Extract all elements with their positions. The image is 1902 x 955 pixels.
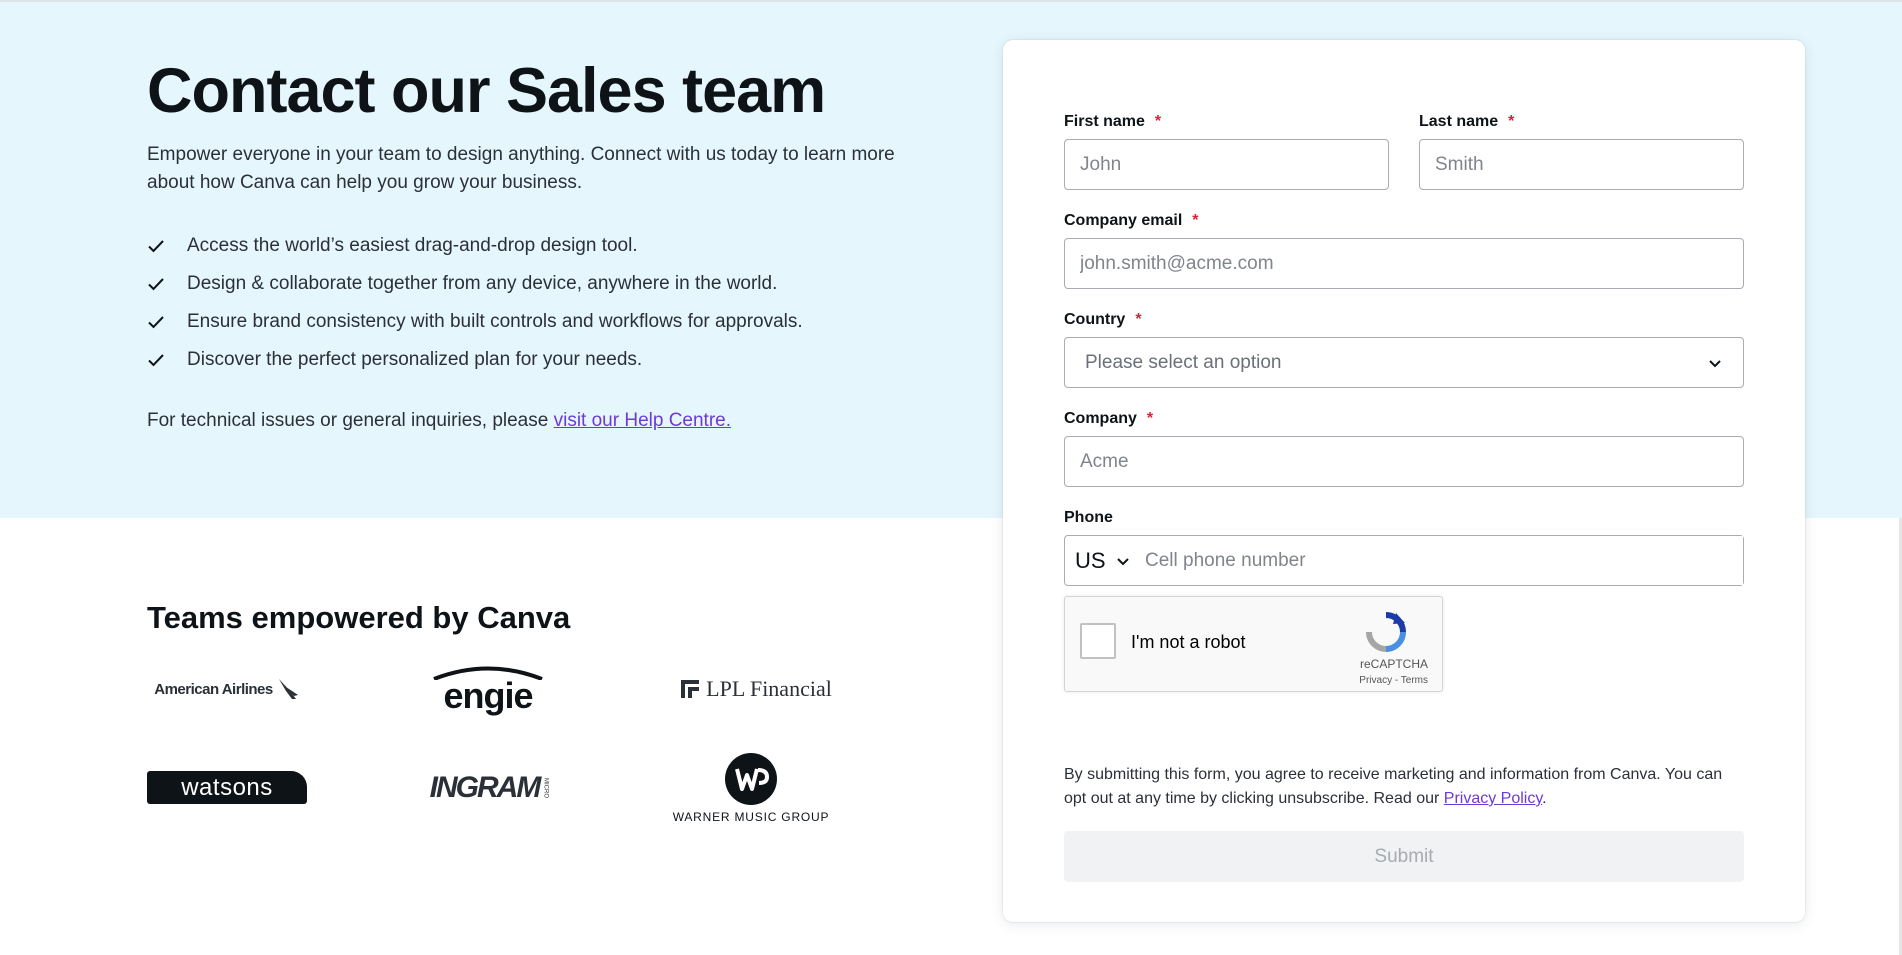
country-select-value: Please select an option bbox=[1085, 351, 1282, 373]
last-name-input[interactable] bbox=[1419, 139, 1744, 190]
recaptcha-logo-icon bbox=[1366, 612, 1406, 652]
page-title: Contact our Sales team bbox=[147, 56, 826, 126]
teams-title: Teams empowered by Canva bbox=[147, 600, 571, 635]
company-label: Company * bbox=[1064, 410, 1154, 427]
intro-text: Empower everyone in your team to design … bbox=[147, 144, 895, 193]
required-marker: * bbox=[1154, 113, 1162, 130]
submit-button[interactable]: Submit bbox=[1064, 831, 1744, 882]
feature-text: Design & collaborate together from any d… bbox=[187, 273, 778, 294]
phone-field: US bbox=[1064, 535, 1744, 586]
airline-eagle-icon bbox=[278, 679, 298, 699]
feature-text: Ensure brand consistency with built cont… bbox=[187, 311, 803, 332]
check-icon bbox=[147, 351, 165, 369]
lpl-mark-icon bbox=[681, 680, 700, 698]
ingram-micro-logo: INGRAM MICRO bbox=[412, 768, 566, 808]
warner-wordmark: WARNER MUSIC GROUP bbox=[672, 809, 830, 824]
feature-text: Access the world’s easiest drag-and-drop… bbox=[187, 235, 638, 256]
phone-country-select[interactable]: US bbox=[1065, 536, 1145, 585]
required-marker: * bbox=[1192, 212, 1199, 229]
watsons-logo: watsons bbox=[147, 771, 307, 804]
check-icon bbox=[147, 237, 165, 255]
company-input[interactable] bbox=[1064, 436, 1744, 487]
help-text: For technical issues or general inquirie… bbox=[147, 410, 731, 432]
american-airlines-logo: American Airlines bbox=[147, 668, 307, 710]
american-airlines-wordmark: American Airlines bbox=[154, 680, 273, 698]
phone-label: Phone bbox=[1064, 509, 1113, 526]
recaptcha-brand: reCAPTCHA bbox=[1359, 657, 1428, 671]
recaptcha-checkbox[interactable] bbox=[1080, 623, 1116, 659]
required-marker: * bbox=[1508, 113, 1515, 130]
chevron-down-icon bbox=[1709, 359, 1721, 367]
chevron-down-icon bbox=[1116, 557, 1129, 565]
consent-text: By submitting this form, you agree to re… bbox=[1064, 766, 1723, 807]
feature-text: Discover the perfect personalized plan f… bbox=[187, 349, 643, 370]
help-prefix: For technical issues or general inquirie… bbox=[147, 410, 554, 431]
feature-item: Discover the perfect personalized plan f… bbox=[147, 341, 803, 379]
required-marker: * bbox=[1146, 410, 1154, 427]
recaptcha-label: I'm not a robot bbox=[1131, 632, 1246, 652]
lpl-wordmark: LPL Financial bbox=[706, 676, 832, 701]
help-centre-link[interactable]: visit our Help Centre. bbox=[554, 410, 731, 431]
country-label: Country * bbox=[1064, 311, 1142, 328]
warner-music-group-logo: WARNER MUSIC GROUP bbox=[669, 752, 833, 824]
privacy-policy-link[interactable]: Privacy Policy bbox=[1444, 790, 1542, 807]
engie-logo: engie bbox=[430, 664, 546, 714]
company-email-label: Company email * bbox=[1064, 212, 1199, 229]
recaptcha-privacy-terms[interactable]: Privacy - Terms bbox=[1359, 675, 1428, 686]
last-name-label: Last name * bbox=[1419, 113, 1515, 130]
watsons-wordmark: watsons bbox=[181, 773, 273, 801]
recaptcha-widget: I'm not a robot reCAPTCHA Privacy - Term… bbox=[1064, 596, 1443, 692]
phone-country-code: US bbox=[1075, 547, 1106, 573]
first-name-input[interactable] bbox=[1064, 139, 1389, 190]
lpl-financial-logo: LPL Financial bbox=[671, 670, 841, 708]
check-icon bbox=[147, 313, 165, 331]
warner-w-icon bbox=[725, 752, 777, 805]
company-email-input[interactable] bbox=[1064, 238, 1744, 289]
feature-item: Ensure brand consistency with built cont… bbox=[147, 303, 803, 341]
contact-form-card: First name* Last name* Company email* Co… bbox=[1003, 40, 1805, 922]
country-select[interactable]: Please select an option bbox=[1064, 337, 1744, 388]
first-name-label: First name * bbox=[1064, 113, 1162, 130]
feature-item: Access the world’s easiest drag-and-drop… bbox=[147, 227, 803, 265]
engie-wordmark: engie bbox=[443, 675, 533, 716]
feature-item: Design & collaborate together from any d… bbox=[147, 265, 803, 303]
micro-wordmark: MICRO bbox=[542, 778, 549, 798]
check-icon bbox=[147, 275, 165, 293]
required-marker: * bbox=[1135, 311, 1142, 328]
feature-list: Access the world’s easiest drag-and-drop… bbox=[147, 227, 803, 379]
phone-number-input[interactable] bbox=[1145, 536, 1743, 585]
ingram-wordmark: INGRAM bbox=[429, 771, 542, 804]
